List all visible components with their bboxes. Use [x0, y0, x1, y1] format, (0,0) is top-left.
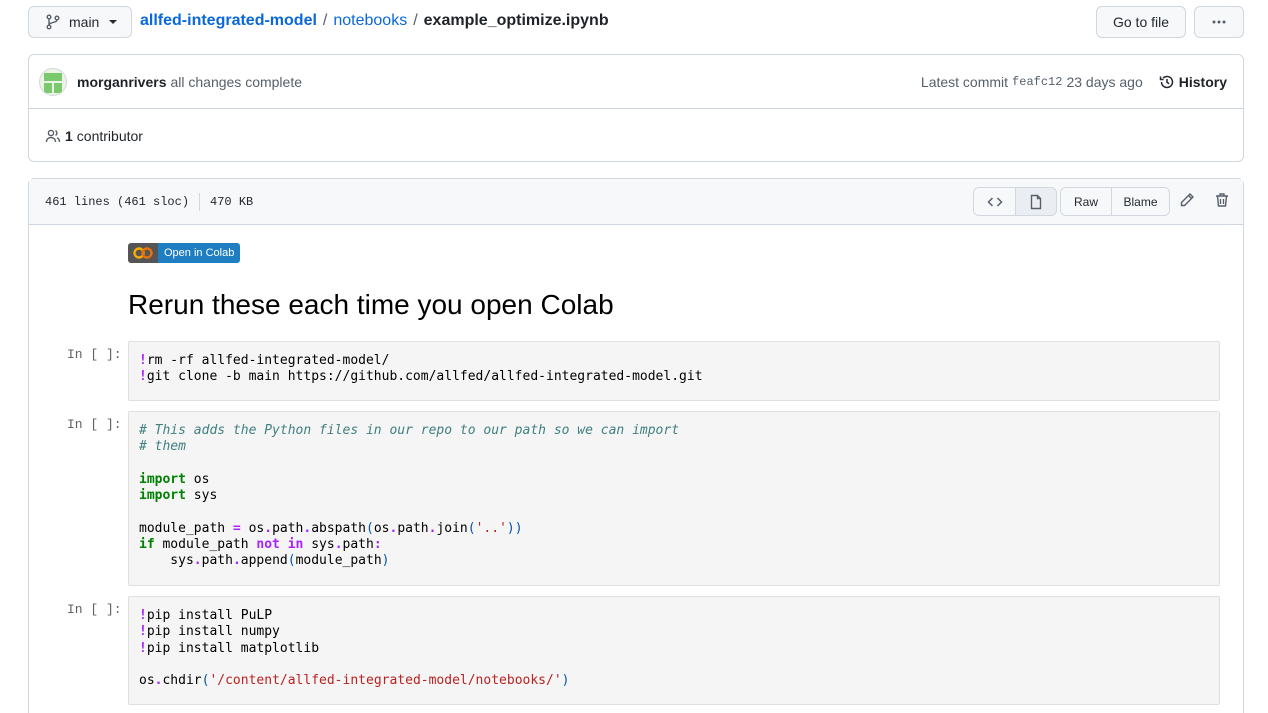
colab-logo-icon	[128, 243, 158, 263]
latest-commit-box: morganrivers all changes complete Latest…	[28, 54, 1244, 162]
commit-age: 23 days ago	[1066, 74, 1143, 90]
kebab-horizontal-icon	[1212, 20, 1226, 24]
history-label: History	[1178, 74, 1227, 90]
commit-meta: Latest commit feafc12 23 days ago Histor…	[921, 55, 1227, 109]
commit-row: morganrivers all changes complete Latest…	[29, 55, 1243, 109]
trash-icon[interactable]	[1214, 192, 1230, 208]
breadcrumb-separator: /	[322, 12, 328, 29]
breadcrumb-folder-link[interactable]: notebooks	[333, 12, 407, 30]
breadcrumb-repo-link[interactable]: allfed-integrated-model	[140, 12, 317, 30]
chevron-down-icon	[109, 20, 118, 24]
notebook-heading: Rerun these each time you open Colab	[128, 289, 614, 320]
blame-button[interactable]: Blame	[1111, 188, 1169, 215]
file-header: 461 lines (461 sloc) 470 KB Raw Blame	[29, 179, 1243, 225]
breadcrumb: allfed-integrated-model / notebooks / ex…	[140, 12, 609, 30]
raw-button[interactable]: Raw	[1061, 188, 1111, 215]
file-info: 461 lines (461 sloc) 470 KB	[45, 192, 254, 211]
more-options-button[interactable]	[1194, 6, 1244, 38]
branch-icon	[46, 14, 60, 30]
file-topbar: main allfed-integrated-model / notebooks…	[28, 6, 1244, 38]
divider	[199, 192, 201, 211]
contributors-row[interactable]: 1 contributor	[29, 109, 1243, 162]
file-icon	[1030, 194, 1042, 209]
contributor-label: contributor	[76, 127, 143, 144]
commit-message-link[interactable]: all changes complete	[170, 74, 302, 90]
branch-select-button[interactable]: main	[28, 6, 132, 38]
commit-author-link[interactable]: morganrivers	[77, 74, 166, 90]
code-view-button[interactable]	[974, 188, 1015, 215]
cell-prompt: In [ ]:	[67, 602, 122, 617]
breadcrumb-file-name: example_optimize.ipynb	[423, 12, 609, 29]
rendered-view-button[interactable]	[1015, 188, 1056, 215]
pencil-icon[interactable]	[1179, 192, 1195, 208]
cell-prompt: In [ ]:	[67, 347, 122, 362]
code-icon	[986, 196, 1003, 207]
file-viewer: 461 lines (461 sloc) 470 KB Raw Blame Ope…	[28, 178, 1244, 713]
view-mode-toggle	[973, 187, 1057, 216]
history-icon	[1159, 75, 1174, 89]
contributor-count: 1	[65, 127, 73, 144]
breadcrumb-separator: /	[413, 12, 418, 29]
history-link[interactable]: History	[1159, 74, 1227, 90]
latest-commit-label: Latest commit	[920, 74, 1009, 90]
people-icon	[45, 129, 61, 142]
code-block: !pip install PuLP !pip install numpy !pi…	[128, 596, 1220, 705]
cell-prompt: In [ ]:	[67, 417, 122, 432]
commit-sha-link[interactable]: feafc12	[1012, 75, 1062, 89]
line-count: 461 lines (461 sloc)	[45, 194, 190, 209]
open-in-colab-badge[interactable]: Open in Colab	[128, 243, 241, 263]
raw-blame-group: Raw Blame	[1060, 187, 1170, 216]
file-size: 470 KB	[210, 194, 254, 209]
avatar[interactable]	[39, 67, 67, 96]
colab-badge-label: Open in Colab	[158, 243, 241, 263]
go-to-file-button[interactable]: Go to file	[1096, 6, 1186, 38]
branch-name: main	[69, 14, 100, 30]
code-block: !rm -rf allfed-integrated-model/ !git cl…	[128, 341, 1220, 401]
code-block: # This adds the Python files in our repo…	[128, 411, 1220, 586]
